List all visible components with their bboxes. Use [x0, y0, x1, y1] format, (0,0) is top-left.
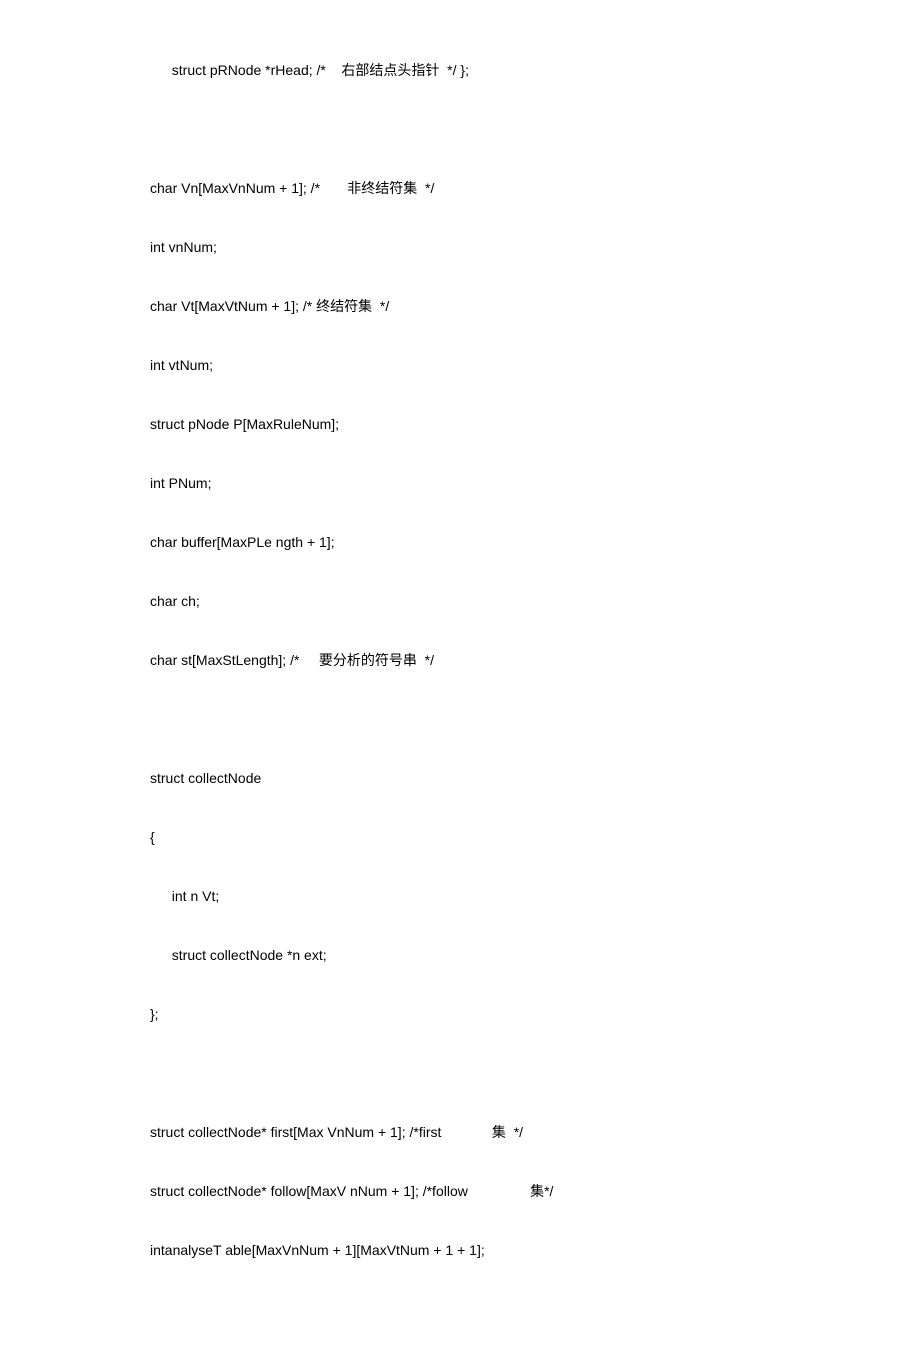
code-line: int n Vt; [150, 886, 770, 907]
code-line: char ch; [150, 591, 770, 612]
code-line: struct collectNode [150, 768, 770, 789]
code-line: char Vn[MaxVnNum + 1]; /* 非终结符集 */ [150, 178, 770, 199]
code-line: int vnNum; [150, 237, 770, 258]
code-line: struct pNode P[MaxRuleNum]; [150, 414, 770, 435]
code-line [150, 1063, 770, 1084]
code-line [150, 119, 770, 140]
code-line: }; [150, 1004, 770, 1025]
code-line: char st[MaxStLength]; /* 要分析的符号串 */ [150, 650, 770, 671]
code-line: char buffer[MaxPLe ngth + 1]; [150, 532, 770, 553]
code-line: int vtNum; [150, 355, 770, 376]
code-line: struct collectNode* follow[MaxV nNum + 1… [150, 1181, 770, 1202]
code-line: struct collectNode* first[Max VnNum + 1]… [150, 1122, 770, 1143]
code-line: struct collectNode *n ext; [150, 945, 770, 966]
code-line: int PNum; [150, 473, 770, 494]
code-line [150, 709, 770, 730]
code-line: { [150, 827, 770, 848]
code-line: struct pRNode *rHead; /* 右部结点头指针 */ }; [150, 60, 770, 81]
code-line: intanalyseT able[MaxVnNum + 1][MaxVtNum … [150, 1240, 770, 1261]
code-document: struct pRNode *rHead; /* 右部结点头指针 */ }; c… [150, 60, 770, 1261]
code-line: char Vt[MaxVtNum + 1]; /* 终结符集 */ [150, 296, 770, 317]
